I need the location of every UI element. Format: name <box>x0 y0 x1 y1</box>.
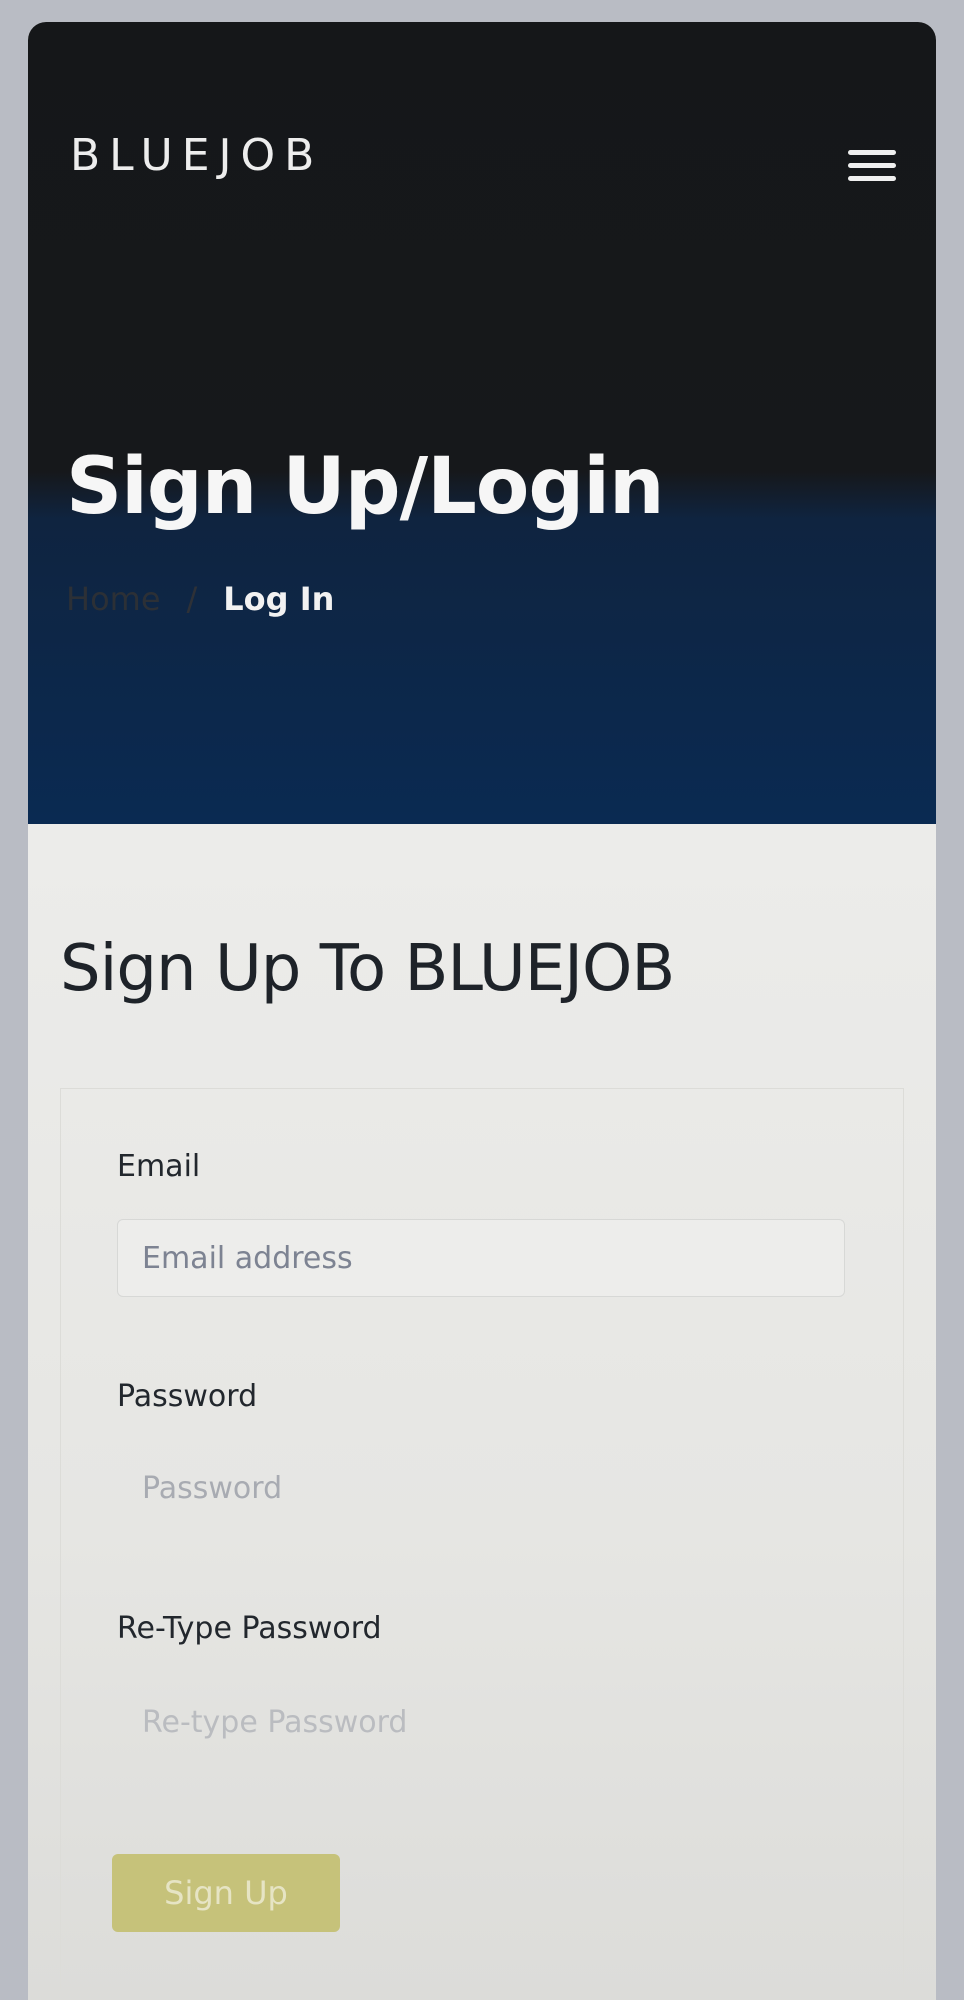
password-label: Password <box>117 1379 258 1414</box>
menu-bar <box>848 163 896 168</box>
breadcrumb: Home / Log In <box>66 580 334 618</box>
retype-password-field[interactable] <box>117 1683 845 1761</box>
menu-bar <box>848 176 896 181</box>
sign-up-button[interactable]: Sign Up <box>112 1854 340 1932</box>
password-field[interactable] <box>117 1449 845 1527</box>
page-title: Sign Up/Login <box>66 442 664 532</box>
menu-bar <box>848 150 896 155</box>
email-field[interactable] <box>117 1219 845 1297</box>
hamburger-menu-icon[interactable] <box>846 150 898 190</box>
breadcrumb-separator: / <box>186 580 198 618</box>
hero-banner: BLUEJOB Sign Up/Login Home / Log In <box>28 22 936 824</box>
app-screen: BLUEJOB Sign Up/Login Home / Log In Sign… <box>28 22 936 2000</box>
email-label: Email <box>117 1149 201 1184</box>
brand-logo[interactable]: BLUEJOB <box>70 130 323 181</box>
signup-section: Sign Up To BLUEJOB Email Password Re-Typ… <box>28 824 936 2000</box>
form-title: Sign Up To BLUEJOB <box>60 932 675 1006</box>
breadcrumb-current: Log In <box>223 580 335 618</box>
breadcrumb-home-link[interactable]: Home <box>66 580 161 618</box>
retype-password-label: Re-Type Password <box>117 1611 382 1646</box>
